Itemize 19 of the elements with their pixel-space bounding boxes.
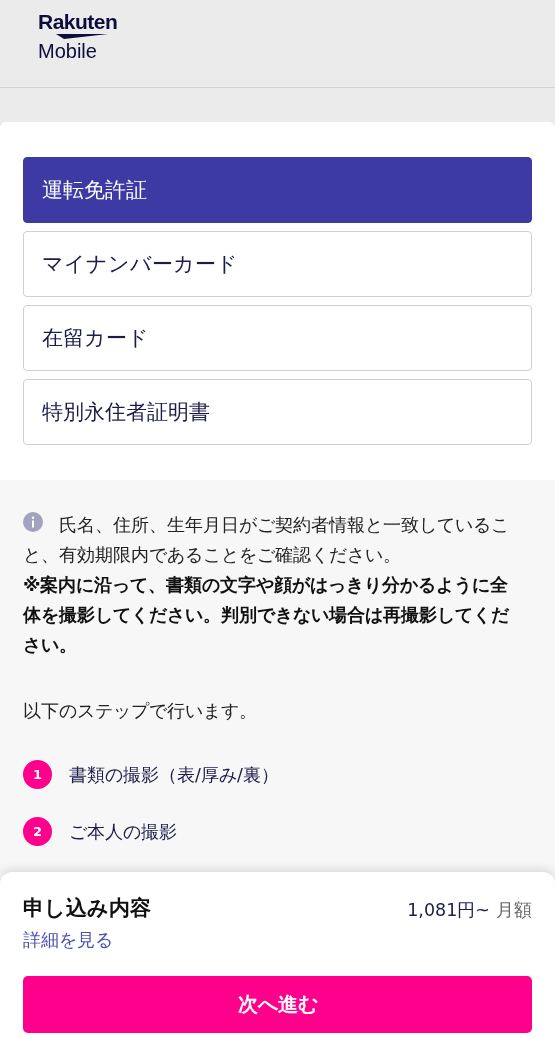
details-link[interactable]: 詳細を見る: [23, 928, 113, 952]
step-label: ご本人の撮影: [69, 820, 177, 844]
info-text: 氏名、住所、生年月日がご契約者情報と一致していること、有効期限内であることをご確認ください。: [23, 511, 510, 567]
document-option[interactable]: 運転免許証: [23, 157, 532, 223]
document-option[interactable]: 在留カード: [23, 305, 532, 371]
logo-text: Mobile: [38, 40, 98, 62]
warning-text: ※案内に沿って、書類の文字や顔がはっきり分かるように全体を撮影してください。判別できない場合は再撮影してください。: [23, 573, 510, 657]
logo-text: Rakuten: [38, 11, 118, 33]
document-option[interactable]: 特別永住者証明書: [23, 379, 532, 445]
step-label: 書類の撮影（表/厚み/裏）: [69, 763, 279, 787]
next-button[interactable]: 次へ進む: [23, 976, 532, 1033]
price-unit: 月額: [496, 899, 532, 922]
price-text: 1,081円~: [407, 899, 490, 922]
summary-title: 申し込み内容: [23, 895, 151, 922]
info-icon: [23, 512, 43, 532]
step-number: 1: [23, 760, 52, 789]
step-number: 2: [23, 817, 52, 846]
steps-intro: 以下のステップで行います。: [23, 700, 258, 723]
document-option[interactable]: マイナンバーカード: [23, 231, 532, 297]
